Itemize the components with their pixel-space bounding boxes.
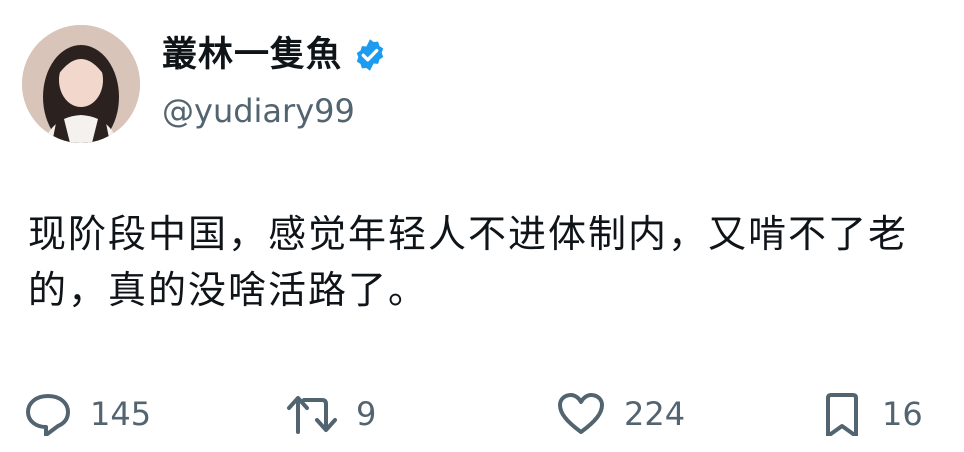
reply-count: 145 xyxy=(90,395,152,433)
profile-photo xyxy=(22,25,140,143)
tweet-text: 现阶段中国，感觉年轻人不进体制内，又啃不了老的，真的没啥活路了。 xyxy=(28,212,909,312)
like-button[interactable]: 224 xyxy=(556,392,685,436)
bookmark-button[interactable]: 16 xyxy=(820,392,923,436)
retweet-button[interactable]: 9 xyxy=(286,392,376,436)
reply-button[interactable]: 145 xyxy=(24,392,151,436)
heart-icon xyxy=(556,392,606,436)
like-count: 224 xyxy=(624,395,686,433)
bookmark-icon xyxy=(820,392,864,436)
reply-icon xyxy=(24,392,72,436)
tweet-actions: 145 9 224 16 xyxy=(0,392,964,452)
bookmark-count: 16 xyxy=(882,395,923,433)
avatar[interactable] xyxy=(22,25,140,143)
user-handle[interactable]: @yudiary99 xyxy=(162,90,355,132)
display-name[interactable]: 叢林一隻魚 xyxy=(162,32,388,78)
retweet-count: 9 xyxy=(356,395,377,433)
verified-badge-icon xyxy=(352,37,388,73)
display-name-text: 叢林一隻魚 xyxy=(162,35,343,75)
retweet-icon xyxy=(286,392,338,436)
